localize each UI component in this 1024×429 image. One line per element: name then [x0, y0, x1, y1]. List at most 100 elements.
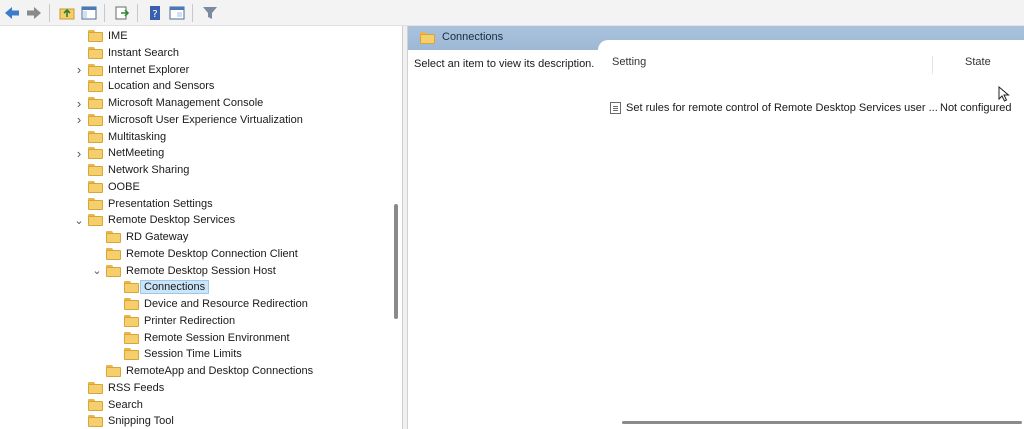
tree-scrollbar[interactable]	[393, 26, 399, 429]
tree-item[interactable]: RSS Feeds	[88, 380, 164, 396]
folder-icon	[88, 415, 103, 428]
column-header-setting[interactable]: Setting	[612, 56, 646, 72]
up-folder-icon[interactable]	[57, 3, 77, 23]
tree-item[interactable]: OOBE	[88, 179, 140, 195]
help-icon[interactable]: ?	[145, 3, 165, 23]
export-list-icon[interactable]	[112, 3, 132, 23]
tree-item[interactable]: Multitasking	[88, 129, 166, 145]
folder-icon	[88, 130, 103, 143]
folder-icon	[88, 164, 103, 176]
folder-icon	[88, 180, 103, 193]
show-hide-console-tree-icon[interactable]	[79, 3, 99, 23]
tree-item[interactable]: Search	[88, 397, 143, 413]
tree-item-label: Connections	[140, 280, 210, 295]
folder-icon	[88, 214, 103, 227]
tree-item-label: Device and Resource Redirection	[144, 298, 308, 310]
toolbar-separator	[49, 3, 50, 22]
mouse-cursor-icon	[998, 85, 1010, 102]
tree-item-label: Network Sharing	[108, 164, 190, 176]
tree-item-label: Remote Desktop Services	[108, 214, 236, 227]
tree-item[interactable]: Location and Sensors	[88, 78, 214, 94]
console-tree: IME Instant Search › Internet Explorer Locat…	[0, 26, 402, 429]
horizontal-scrollbar-thumb[interactable]	[622, 421, 1022, 424]
toolbar-separator	[192, 3, 193, 22]
folder-icon	[88, 30, 103, 42]
tree-item[interactable]: Connections	[124, 279, 210, 295]
folder-icon	[124, 314, 139, 327]
tree-scrollbar-thumb[interactable]	[394, 204, 398, 319]
tree-item-label: Presentation Settings	[108, 197, 213, 210]
filter-icon[interactable]	[200, 3, 220, 23]
tree-item[interactable]: › Internet Explorer	[77, 62, 190, 78]
chevron-right-icon[interactable]: ›	[74, 62, 84, 78]
folder-icon	[124, 331, 139, 344]
tree-item[interactable]: Snipping Tool	[88, 413, 174, 429]
tree-item-label: Multitasking	[108, 130, 167, 143]
tree-item[interactable]: Presentation Settings	[88, 196, 213, 212]
column-separator[interactable]	[932, 56, 933, 74]
column-header-state[interactable]: State	[965, 56, 991, 72]
tree-item[interactable]: Remote Session Environment	[124, 330, 290, 346]
properties-view-icon[interactable]	[167, 3, 187, 23]
horizontal-scrollbar[interactable]	[620, 420, 1024, 425]
standard-view-tab	[598, 40, 1024, 52]
folder-icon	[106, 264, 121, 277]
tree-item-label: RSS Feeds	[108, 381, 165, 394]
tree-item-label: Snipping Tool	[108, 415, 174, 428]
folder-icon	[124, 281, 139, 294]
tree-item[interactable]: Network Sharing	[88, 162, 189, 178]
tree-item[interactable]: › Microsoft User Experience Virtualizatio…	[77, 112, 303, 128]
tree-item-label: Session Time Limits	[144, 348, 242, 361]
folder-icon	[124, 298, 139, 310]
tree-item-label: Remote Desktop Connection Client	[126, 247, 298, 260]
tree-item[interactable]: ⌄ Remote Desktop Services	[74, 212, 236, 228]
tree-item-label: RemoteApp and Desktop Connections	[126, 365, 314, 377]
tree-item-label: IME	[108, 30, 128, 42]
folder-icon	[88, 80, 103, 93]
tree-item[interactable]: Device and Resource Redirection	[124, 296, 308, 312]
chevron-down-icon[interactable]: ⌄	[74, 212, 84, 228]
folder-icon	[106, 247, 121, 260]
toolbar-separator	[137, 3, 138, 22]
chevron-down-icon[interactable]: ⌄	[92, 263, 102, 279]
tree-item[interactable]: RemoteApp and Desktop Connections	[106, 363, 313, 379]
chevron-right-icon[interactable]: ›	[74, 145, 84, 161]
tree-item[interactable]: Session Time Limits	[124, 346, 242, 362]
folder-icon	[88, 113, 103, 126]
svg-text:?: ?	[152, 9, 157, 20]
folder-icon	[420, 32, 435, 44]
folder-icon	[88, 46, 103, 59]
tree-item[interactable]: › NetMeeting	[77, 145, 165, 161]
forward-arrow-icon[interactable]	[24, 3, 44, 23]
tree-item[interactable]: IME	[88, 28, 128, 44]
setting-row[interactable]: Set rules for remote control of Remote D…	[610, 100, 1020, 116]
folder-icon	[88, 63, 103, 76]
details-header-title: Connections	[442, 31, 504, 43]
chevron-right-icon[interactable]: ›	[74, 112, 84, 128]
back-arrow-icon[interactable]	[2, 3, 22, 23]
settings-list: Setting State Set rules for remote contr…	[606, 52, 1024, 429]
chevron-right-icon[interactable]: ›	[74, 95, 84, 111]
tree-item-label: Remote Desktop Session Host	[126, 264, 276, 277]
policy-setting-icon	[610, 102, 621, 114]
tree-item[interactable]: ⌄ Remote Desktop Session Host	[92, 263, 276, 279]
folder-icon	[106, 365, 121, 377]
details-pane: Connections Select an item to view its d…	[408, 26, 1024, 429]
description-text: Select an item to view its description.	[414, 58, 595, 70]
toolbar-separator	[104, 3, 105, 22]
tree-item-label: OOBE	[108, 180, 140, 193]
tree-item[interactable]: Remote Desktop Connection Client	[106, 246, 298, 262]
folder-icon	[88, 398, 103, 411]
tree-item-label: NetMeeting	[108, 147, 165, 160]
tree-item-label: Remote Session Environment	[144, 331, 290, 344]
tree-item-label: Search	[108, 398, 143, 411]
folder-icon	[88, 197, 103, 210]
tree-item-label: Printer Redirection	[144, 314, 236, 327]
tree-item[interactable]: Printer Redirection	[124, 313, 235, 329]
tree-item-label: RD Gateway	[126, 231, 189, 243]
setting-name: Set rules for remote control of Remote D…	[626, 102, 938, 114]
setting-state: Not configured	[940, 102, 1012, 114]
tree-item[interactable]: › Microsoft Management Console	[77, 95, 263, 111]
tree-item[interactable]: Instant Search	[88, 45, 179, 61]
tree-item[interactable]: RD Gateway	[106, 229, 188, 245]
